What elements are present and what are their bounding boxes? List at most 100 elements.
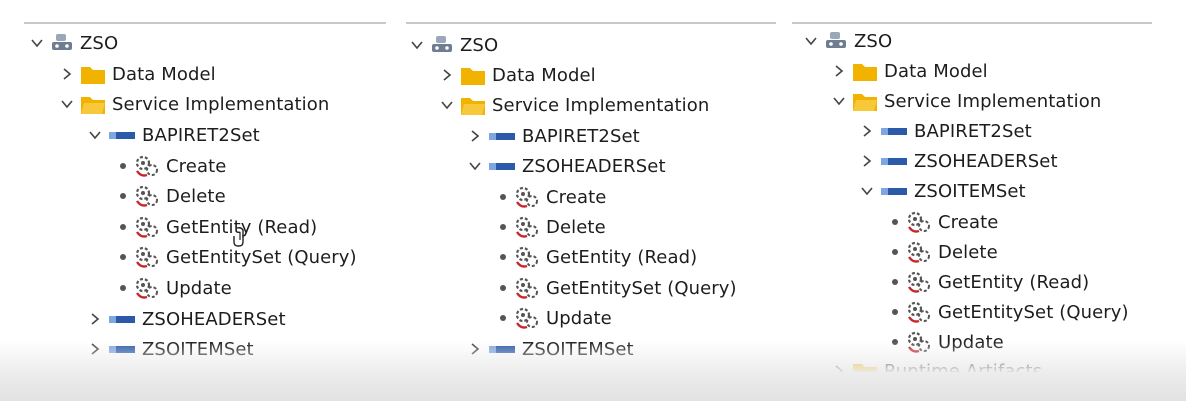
entity-set-icon xyxy=(108,342,136,356)
operation-label: Delete xyxy=(938,241,998,263)
tree-node-operation-getentity[interactable]: GetEntity (Read) xyxy=(496,242,697,272)
service-implementation-label: Service Implementation xyxy=(112,93,330,115)
tree-node-zsoheaderset[interactable]: ZSOHEADERSet xyxy=(468,151,666,181)
chevron-right-icon[interactable] xyxy=(440,68,454,82)
panel-divider xyxy=(792,22,1152,24)
entity-set-icon xyxy=(108,312,136,326)
entity-set-icon xyxy=(880,124,908,138)
service-implementation-label: Service Implementation xyxy=(492,94,710,116)
bullet xyxy=(500,194,506,200)
chevron-right-icon[interactable] xyxy=(88,342,102,356)
data-model-label: Data Model xyxy=(112,63,216,85)
chevron-right-icon[interactable] xyxy=(60,67,74,81)
entity-set-icon xyxy=(488,342,516,356)
tree-node-zsoitemset[interactable]: ZSOITEMSet xyxy=(468,334,634,364)
chevron-down-icon[interactable] xyxy=(860,184,874,198)
gear-operation-icon xyxy=(514,306,540,330)
tree-node-root[interactable]: ZSO xyxy=(30,28,118,58)
tree-node-bapiret2set[interactable]: BAPIRET2Set xyxy=(860,116,1032,146)
tree-node-bapiret2set[interactable]: BAPIRET2Set xyxy=(468,121,640,151)
chevron-down-icon[interactable] xyxy=(88,128,102,142)
operation-label: Update xyxy=(166,277,232,299)
gear-operation-icon xyxy=(134,276,160,300)
chevron-down-icon[interactable] xyxy=(832,94,846,108)
tree-node-zsoheaderset[interactable]: ZSOHEADERSet xyxy=(860,146,1058,176)
tree-node-service-implementation[interactable]: Service Implementation xyxy=(60,89,329,119)
bullet xyxy=(892,339,898,345)
tree-node-operation-delete[interactable]: Delete xyxy=(888,237,998,267)
gear-operation-icon xyxy=(134,215,160,239)
chevron-down-icon[interactable] xyxy=(60,97,74,111)
folder-open-icon xyxy=(80,93,106,115)
tree-node-zsoitemset[interactable]: ZSOITEMSet xyxy=(88,334,254,364)
bullet xyxy=(120,224,126,230)
tree-node-root[interactable]: ZSO xyxy=(410,30,498,60)
tree-node-zsoheaderset[interactable]: ZSOHEADERSet xyxy=(88,304,286,334)
data-model-label: Data Model xyxy=(884,60,988,82)
tree-node-operation-getentity[interactable]: GetEntity (Read) xyxy=(116,212,317,242)
operation-label: Delete xyxy=(546,216,606,238)
root-label: ZSO xyxy=(854,30,893,52)
entity-set-label: ZSOHEADERSet xyxy=(914,150,1058,172)
gear-operation-icon xyxy=(906,240,932,264)
bullet xyxy=(892,309,898,315)
tree-node-operation-update[interactable]: Update xyxy=(116,273,232,303)
tree-node-data-model[interactable]: Data Model xyxy=(60,59,216,89)
operation-label: Update xyxy=(546,307,612,329)
tree-node-root[interactable]: ZSO xyxy=(804,26,892,56)
operation-label: Update xyxy=(938,331,1004,353)
chevron-down-icon[interactable] xyxy=(30,36,44,50)
gear-operation-icon xyxy=(906,300,932,324)
tree-node-operation-getentityset[interactable]: GetEntitySet (Query) xyxy=(496,273,737,303)
operation-label: Create xyxy=(166,155,227,177)
chevron-right-icon[interactable] xyxy=(468,342,482,356)
entity-set-label: BAPIRET2Set xyxy=(142,124,260,146)
bullet xyxy=(892,219,898,225)
tree-panel-1: ZSO Data Model Service Implementation BA… xyxy=(0,0,386,372)
panel-divider xyxy=(406,22,776,24)
chevron-down-icon[interactable] xyxy=(468,159,482,173)
tree-node-operation-delete[interactable]: Delete xyxy=(496,212,606,242)
tree-node-operation-create[interactable]: Create xyxy=(888,207,998,237)
tree-node-operation-delete[interactable]: Delete xyxy=(116,181,226,211)
tree-node-operation-create[interactable]: Create xyxy=(116,151,226,181)
folder-icon xyxy=(852,360,878,372)
chevron-right-icon[interactable] xyxy=(468,129,482,143)
tree-node-bapiret2set[interactable]: BAPIRET2Set xyxy=(88,120,260,150)
tree-node-data-model[interactable]: Data Model xyxy=(440,60,596,90)
chevron-right-icon[interactable] xyxy=(832,364,846,372)
tree-node-operation-update[interactable]: Update xyxy=(496,303,612,333)
tree-node-operation-getentity[interactable]: GetEntity (Read) xyxy=(888,267,1089,297)
operation-label: Delete xyxy=(166,185,226,207)
chevron-down-icon[interactable] xyxy=(440,98,454,112)
service-node-icon xyxy=(430,34,454,56)
chevron-down-icon[interactable] xyxy=(410,38,424,52)
runtime-artifacts-label: Runtime Artifacts xyxy=(884,360,1043,373)
gear-operation-icon xyxy=(906,270,932,294)
tree-node-operation-getentityset[interactable]: GetEntitySet (Query) xyxy=(888,297,1129,327)
chevron-right-icon[interactable] xyxy=(832,64,846,78)
tree-node-data-model[interactable]: Data Model xyxy=(832,56,988,86)
tree-node-operation-update[interactable]: Update xyxy=(888,327,1004,357)
entity-set-label: BAPIRET2Set xyxy=(522,125,640,147)
chevron-right-icon[interactable] xyxy=(860,124,874,138)
gear-operation-icon xyxy=(514,276,540,300)
entity-set-icon xyxy=(488,129,516,143)
tree-node-operation-create[interactable]: Create xyxy=(496,182,606,212)
chevron-right-icon[interactable] xyxy=(860,154,874,168)
operation-label: Create xyxy=(938,211,999,233)
tree-node-service-implementation[interactable]: Service Implementation xyxy=(832,86,1101,116)
folder-open-icon xyxy=(852,90,878,112)
bullet xyxy=(120,254,126,260)
chevron-down-icon[interactable] xyxy=(804,34,818,48)
service-node-icon xyxy=(824,30,848,52)
chevron-right-icon[interactable] xyxy=(88,312,102,326)
tree-node-service-implementation[interactable]: Service Implementation xyxy=(440,90,709,120)
operation-label: GetEntity (Read) xyxy=(938,271,1090,293)
gear-operation-icon xyxy=(134,154,160,178)
tree-panel-2: ZSO Data Model Service Implementation BA… xyxy=(400,0,776,372)
tree-node-runtime-artifacts[interactable]: Runtime Artifacts xyxy=(832,356,1042,372)
text-cursor-icon xyxy=(233,227,244,247)
tree-node-zsoitemset[interactable]: ZSOITEMSet xyxy=(860,176,1026,206)
operation-label: GetEntitySet (Query) xyxy=(546,277,737,299)
